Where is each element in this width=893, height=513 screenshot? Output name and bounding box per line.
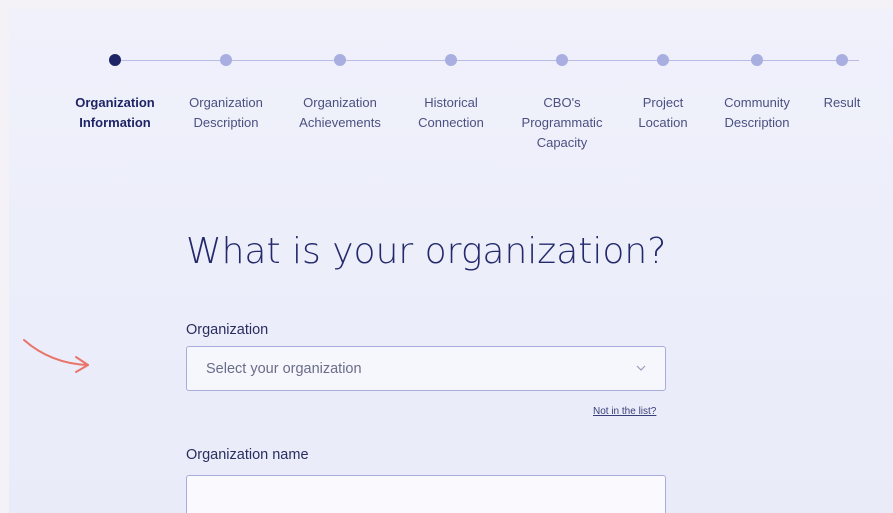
step-dot-organization-information[interactable]	[109, 54, 121, 66]
step-dot-community-description[interactable]	[751, 54, 763, 66]
step-dot-project-location[interactable]	[657, 54, 669, 66]
step-dot-result[interactable]	[836, 54, 848, 66]
organization-name-input[interactable]	[186, 475, 666, 513]
not-in-list-link[interactable]: Not in the list?	[593, 406, 656, 417]
page-title: What is your organization?	[186, 231, 667, 272]
organization-name-label: Organization name	[186, 447, 309, 463]
step-dot-organization-description[interactable]	[220, 54, 232, 66]
arrow-right-icon	[23, 339, 89, 373]
organization-label: Organization	[186, 322, 269, 338]
step-dot-organization-achievements[interactable]	[334, 54, 346, 66]
step-dot-cbo-programmatic-capacity[interactable]	[556, 54, 568, 66]
step-label-cbo-programmatic-capacity[interactable]: CBO's Programmatic Capacity	[507, 93, 617, 153]
organization-select[interactable]: Select your organization	[186, 346, 666, 391]
step-label-result[interactable]: Result	[787, 93, 893, 113]
form-panel: Organization Information Organization De…	[9, 9, 893, 513]
step-dot-historical-connection[interactable]	[445, 54, 457, 66]
step-label-historical-connection[interactable]: Historical Connection	[396, 93, 506, 133]
step-label-organization-achievements[interactable]: Organization Achievements	[285, 93, 395, 133]
step-label-organization-information[interactable]: Organization Information	[60, 93, 170, 133]
step-label-organization-description[interactable]: Organization Description	[171, 93, 281, 133]
chevron-down-icon	[636, 365, 646, 371]
organization-select-placeholder: Select your organization	[206, 361, 362, 377]
